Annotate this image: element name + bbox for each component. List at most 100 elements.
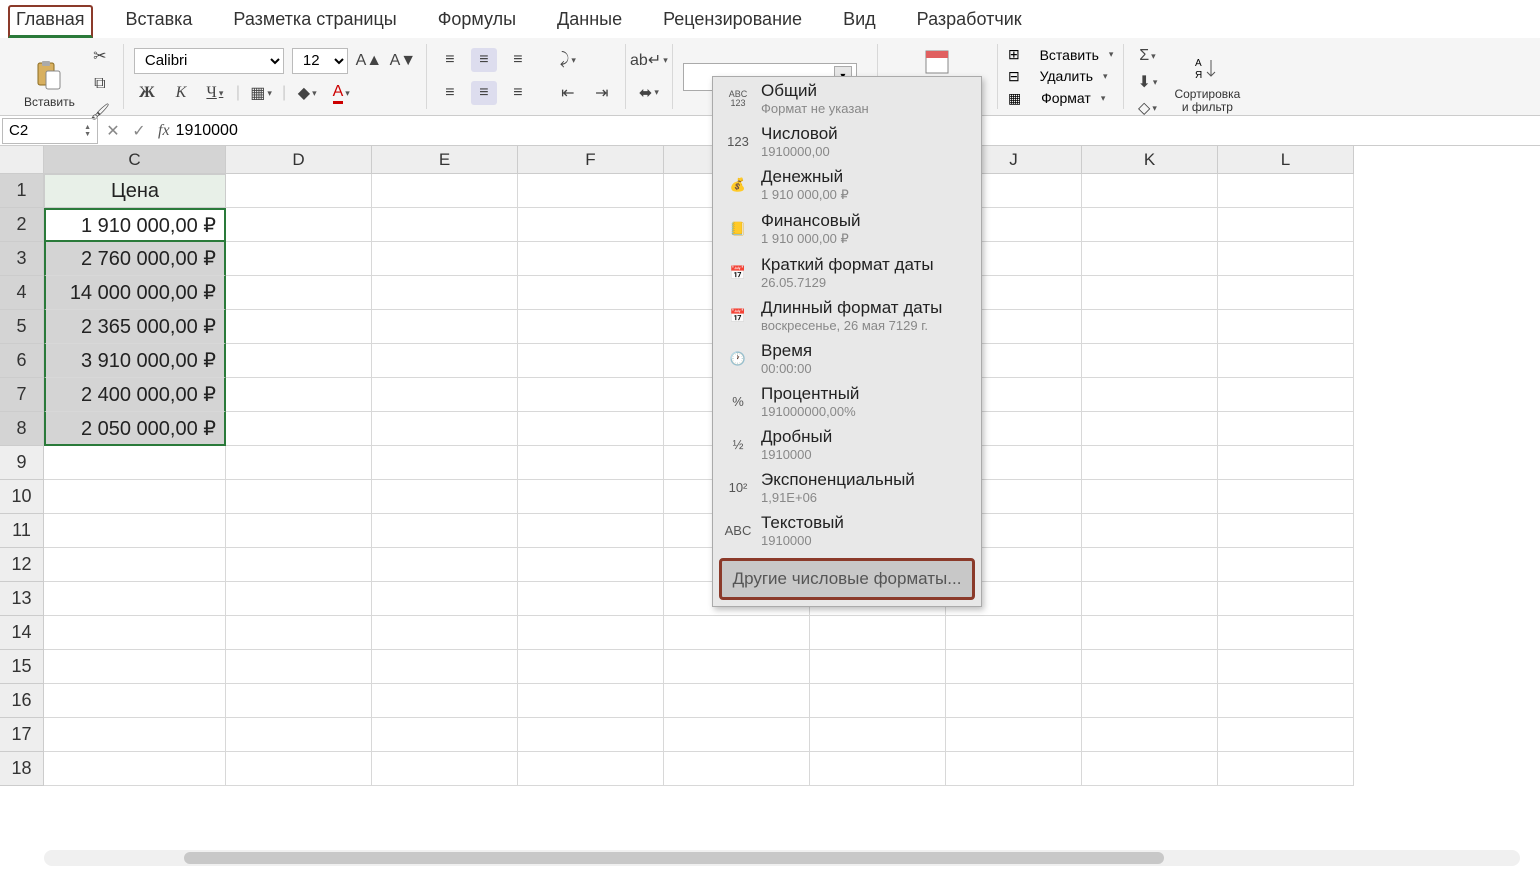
numfmt-item-6[interactable]: 🕐Время00:00:00 xyxy=(713,337,981,380)
cell-D5[interactable] xyxy=(226,310,372,344)
bold-button[interactable]: Ж xyxy=(134,81,160,105)
row-header-10[interactable]: 10 xyxy=(0,480,44,514)
cell-C7[interactable]: 2 400 000,00 ₽ xyxy=(44,378,226,412)
cell-E14[interactable] xyxy=(372,616,518,650)
cell-K12[interactable] xyxy=(1082,548,1218,582)
cell-L15[interactable] xyxy=(1218,650,1354,684)
cell-D14[interactable] xyxy=(226,616,372,650)
cell-K13[interactable] xyxy=(1082,582,1218,616)
cell-E4[interactable] xyxy=(372,276,518,310)
cell-K6[interactable] xyxy=(1082,344,1218,378)
autosum-button[interactable]: Σ▾ xyxy=(1134,44,1160,68)
paste-button[interactable]: Вставить xyxy=(18,58,81,109)
numfmt-item-10[interactable]: ABCТекстовый1910000 xyxy=(713,509,981,552)
font-size-select[interactable]: 12 xyxy=(292,48,348,74)
align-center-button[interactable]: ≡ xyxy=(471,81,497,105)
column-header-L[interactable]: L xyxy=(1218,146,1354,174)
cell-L12[interactable] xyxy=(1218,548,1354,582)
cell-L16[interactable] xyxy=(1218,684,1354,718)
cell-D4[interactable] xyxy=(226,276,372,310)
cell-I16[interactable] xyxy=(810,684,946,718)
wrap-text-button[interactable]: ab↵▾ xyxy=(636,48,662,72)
cell-D9[interactable] xyxy=(226,446,372,480)
underline-button[interactable]: Ч▾ xyxy=(202,81,228,105)
cell-D1[interactable] xyxy=(226,174,372,208)
cell-F9[interactable] xyxy=(518,446,664,480)
cell-L2[interactable] xyxy=(1218,208,1354,242)
cell-F13[interactable] xyxy=(518,582,664,616)
cell-K9[interactable] xyxy=(1082,446,1218,480)
cell-K15[interactable] xyxy=(1082,650,1218,684)
cell-I18[interactable] xyxy=(810,752,946,786)
cell-F7[interactable] xyxy=(518,378,664,412)
cell-E5[interactable] xyxy=(372,310,518,344)
cell-E13[interactable] xyxy=(372,582,518,616)
tab-data[interactable]: Данные xyxy=(549,5,630,38)
cell-C8[interactable]: 2 050 000,00 ₽ xyxy=(44,412,226,446)
orientation-button[interactable]: ⤸▾ xyxy=(555,48,581,72)
numfmt-item-3[interactable]: 📒Финансовый1 910 000,00 ₽ xyxy=(713,207,981,251)
row-header-2[interactable]: 2 xyxy=(0,208,44,242)
italic-button[interactable]: К xyxy=(168,81,194,105)
decrease-indent-button[interactable]: ⇤ xyxy=(555,81,581,105)
cell-D13[interactable] xyxy=(226,582,372,616)
cell-L1[interactable] xyxy=(1218,174,1354,208)
cell-J18[interactable] xyxy=(946,752,1082,786)
cell-L7[interactable] xyxy=(1218,378,1354,412)
cell-E7[interactable] xyxy=(372,378,518,412)
cell-C16[interactable] xyxy=(44,684,226,718)
cell-L17[interactable] xyxy=(1218,718,1354,752)
cell-F5[interactable] xyxy=(518,310,664,344)
cell-D2[interactable] xyxy=(226,208,372,242)
cell-F14[interactable] xyxy=(518,616,664,650)
fx-label[interactable]: fx xyxy=(158,122,170,140)
select-all-corner[interactable] xyxy=(0,146,44,174)
cell-E16[interactable] xyxy=(372,684,518,718)
cell-C13[interactable] xyxy=(44,582,226,616)
fill-color-button[interactable]: ◆▾ xyxy=(294,81,320,105)
cell-D12[interactable] xyxy=(226,548,372,582)
cell-E2[interactable] xyxy=(372,208,518,242)
cell-E17[interactable] xyxy=(372,718,518,752)
cell-D8[interactable] xyxy=(226,412,372,446)
cell-F8[interactable] xyxy=(518,412,664,446)
cell-J15[interactable] xyxy=(946,650,1082,684)
formula-input[interactable]: 1910000 xyxy=(176,122,238,140)
tab-formulas[interactable]: Формулы xyxy=(430,5,524,38)
row-header-16[interactable]: 16 xyxy=(0,684,44,718)
cell-L11[interactable] xyxy=(1218,514,1354,548)
cell-D6[interactable] xyxy=(226,344,372,378)
cell-K17[interactable] xyxy=(1082,718,1218,752)
tab-review[interactable]: Рецензирование xyxy=(655,5,810,38)
delete-cells-button[interactable]: ⊟ Удалить▾ xyxy=(1008,68,1114,85)
cell-D10[interactable] xyxy=(226,480,372,514)
row-header-18[interactable]: 18 xyxy=(0,752,44,786)
row-header-14[interactable]: 14 xyxy=(0,616,44,650)
cell-K3[interactable] xyxy=(1082,242,1218,276)
cell-K11[interactable] xyxy=(1082,514,1218,548)
align-middle-button[interactable]: ≡ xyxy=(471,48,497,72)
numfmt-item-5[interactable]: 📅Длинный формат датывоскресенье, 26 мая … xyxy=(713,294,981,337)
cell-D7[interactable] xyxy=(226,378,372,412)
row-header-13[interactable]: 13 xyxy=(0,582,44,616)
cell-F12[interactable] xyxy=(518,548,664,582)
cell-C9[interactable] xyxy=(44,446,226,480)
cell-F4[interactable] xyxy=(518,276,664,310)
cancel-formula-button[interactable]: ✕ xyxy=(100,121,126,141)
align-right-button[interactable]: ≡ xyxy=(505,81,531,105)
cell-G15[interactable] xyxy=(664,650,810,684)
sort-filter-button[interactable]: AЯ Сортировка и фильтр xyxy=(1168,50,1246,114)
numfmt-more-button[interactable]: Другие числовые форматы... xyxy=(719,558,975,600)
cell-K4[interactable] xyxy=(1082,276,1218,310)
align-top-button[interactable]: ≡ xyxy=(437,48,463,72)
cell-C4[interactable]: 14 000 000,00 ₽ xyxy=(44,276,226,310)
cell-E9[interactable] xyxy=(372,446,518,480)
cell-E12[interactable] xyxy=(372,548,518,582)
cell-F18[interactable] xyxy=(518,752,664,786)
cell-C14[interactable] xyxy=(44,616,226,650)
tab-page-layout[interactable]: Разметка страницы xyxy=(225,5,404,38)
insert-cells-button[interactable]: ⊞ Вставить▾ xyxy=(1008,46,1114,63)
cell-J14[interactable] xyxy=(946,616,1082,650)
cell-D11[interactable] xyxy=(226,514,372,548)
numfmt-item-8[interactable]: ½Дробный1910000 xyxy=(713,423,981,466)
